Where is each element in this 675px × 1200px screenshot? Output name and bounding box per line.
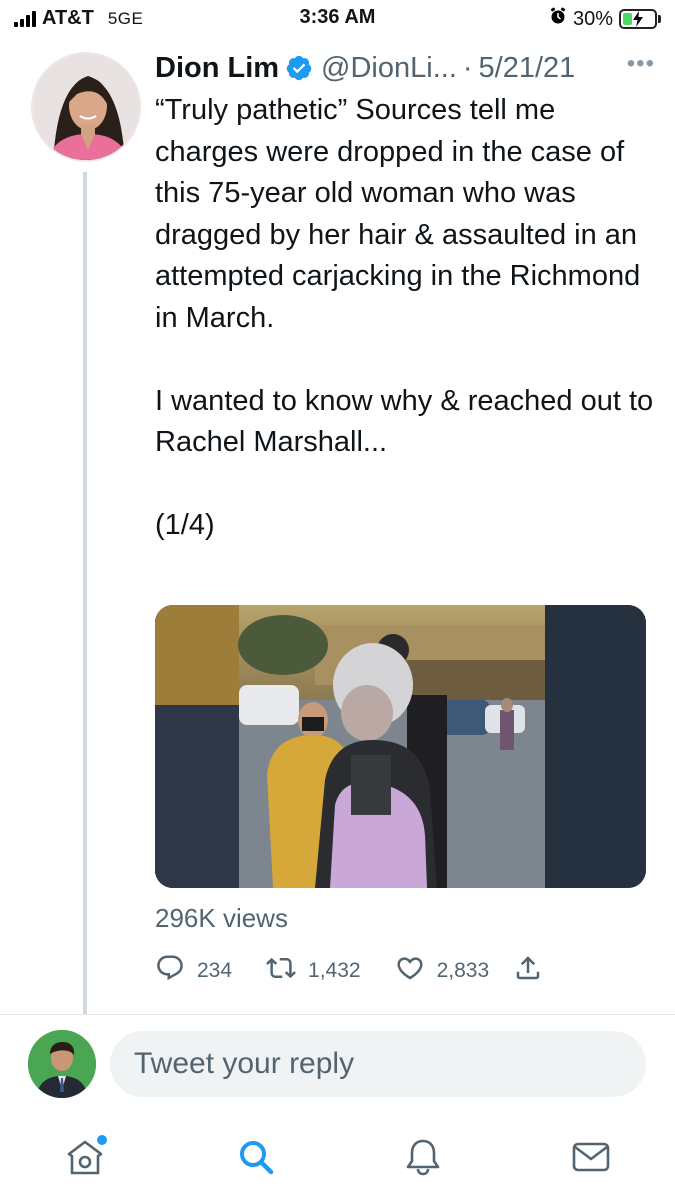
author-name[interactable]: Dion Lim xyxy=(155,52,279,85)
charging-bolt-icon xyxy=(621,10,655,30)
reply-count: 234 xyxy=(197,959,233,982)
verified-badge-icon xyxy=(285,54,313,82)
tab-home[interactable] xyxy=(63,1135,107,1179)
separator-dot: · xyxy=(462,51,473,84)
notification-dot xyxy=(97,1135,107,1145)
retweet-button[interactable]: 1,432 xyxy=(266,953,361,989)
retweet-count: 1,432 xyxy=(308,959,361,982)
author-handle[interactable]: @DionLi... xyxy=(321,52,457,85)
heart-icon xyxy=(395,953,425,989)
like-count: 2,833 xyxy=(436,959,490,982)
tab-search[interactable] xyxy=(234,1135,278,1179)
user-avatar[interactable] xyxy=(28,1030,96,1098)
view-count: 296K views xyxy=(155,903,288,933)
tweet-header: Dion Lim @DionLi... · 5/21/21 ••• xyxy=(155,48,655,88)
home-icon xyxy=(63,1140,107,1183)
tweet-video[interactable] xyxy=(155,605,646,888)
share-button[interactable] xyxy=(513,953,543,989)
status-bar: AT&T 5GE 3:36 AM 30% xyxy=(0,0,675,38)
tab-bar xyxy=(0,1125,675,1200)
reply-icon xyxy=(155,953,185,989)
battery-tip xyxy=(658,15,661,23)
share-icon xyxy=(513,953,543,989)
tab-notifications[interactable] xyxy=(401,1135,445,1179)
tweet-text: “Truly pathetic” Sources tell me charges… xyxy=(155,94,654,541)
tab-messages[interactable] xyxy=(569,1135,613,1179)
tweet-date[interactable]: 5/21/21 xyxy=(479,52,576,85)
status-right: 30% xyxy=(549,7,661,31)
thread-line xyxy=(83,172,87,1014)
more-options-icon[interactable]: ••• xyxy=(627,50,655,78)
search-icon xyxy=(234,1141,278,1183)
mail-icon xyxy=(569,1142,613,1183)
battery-percent: 30% xyxy=(572,7,613,30)
like-button[interactable]: 2,833 xyxy=(395,953,490,989)
reply-input[interactable]: Tweet your reply xyxy=(110,1031,646,1097)
reply-button[interactable]: 234 xyxy=(155,953,232,989)
alarm-icon xyxy=(549,7,567,31)
tweet-actions: 234 1,432 2,833 xyxy=(155,953,615,989)
divider xyxy=(0,1014,675,1015)
battery-icon xyxy=(619,9,657,29)
author-avatar[interactable] xyxy=(31,52,141,162)
bell-icon xyxy=(401,1139,445,1183)
retweet-icon xyxy=(266,953,296,989)
